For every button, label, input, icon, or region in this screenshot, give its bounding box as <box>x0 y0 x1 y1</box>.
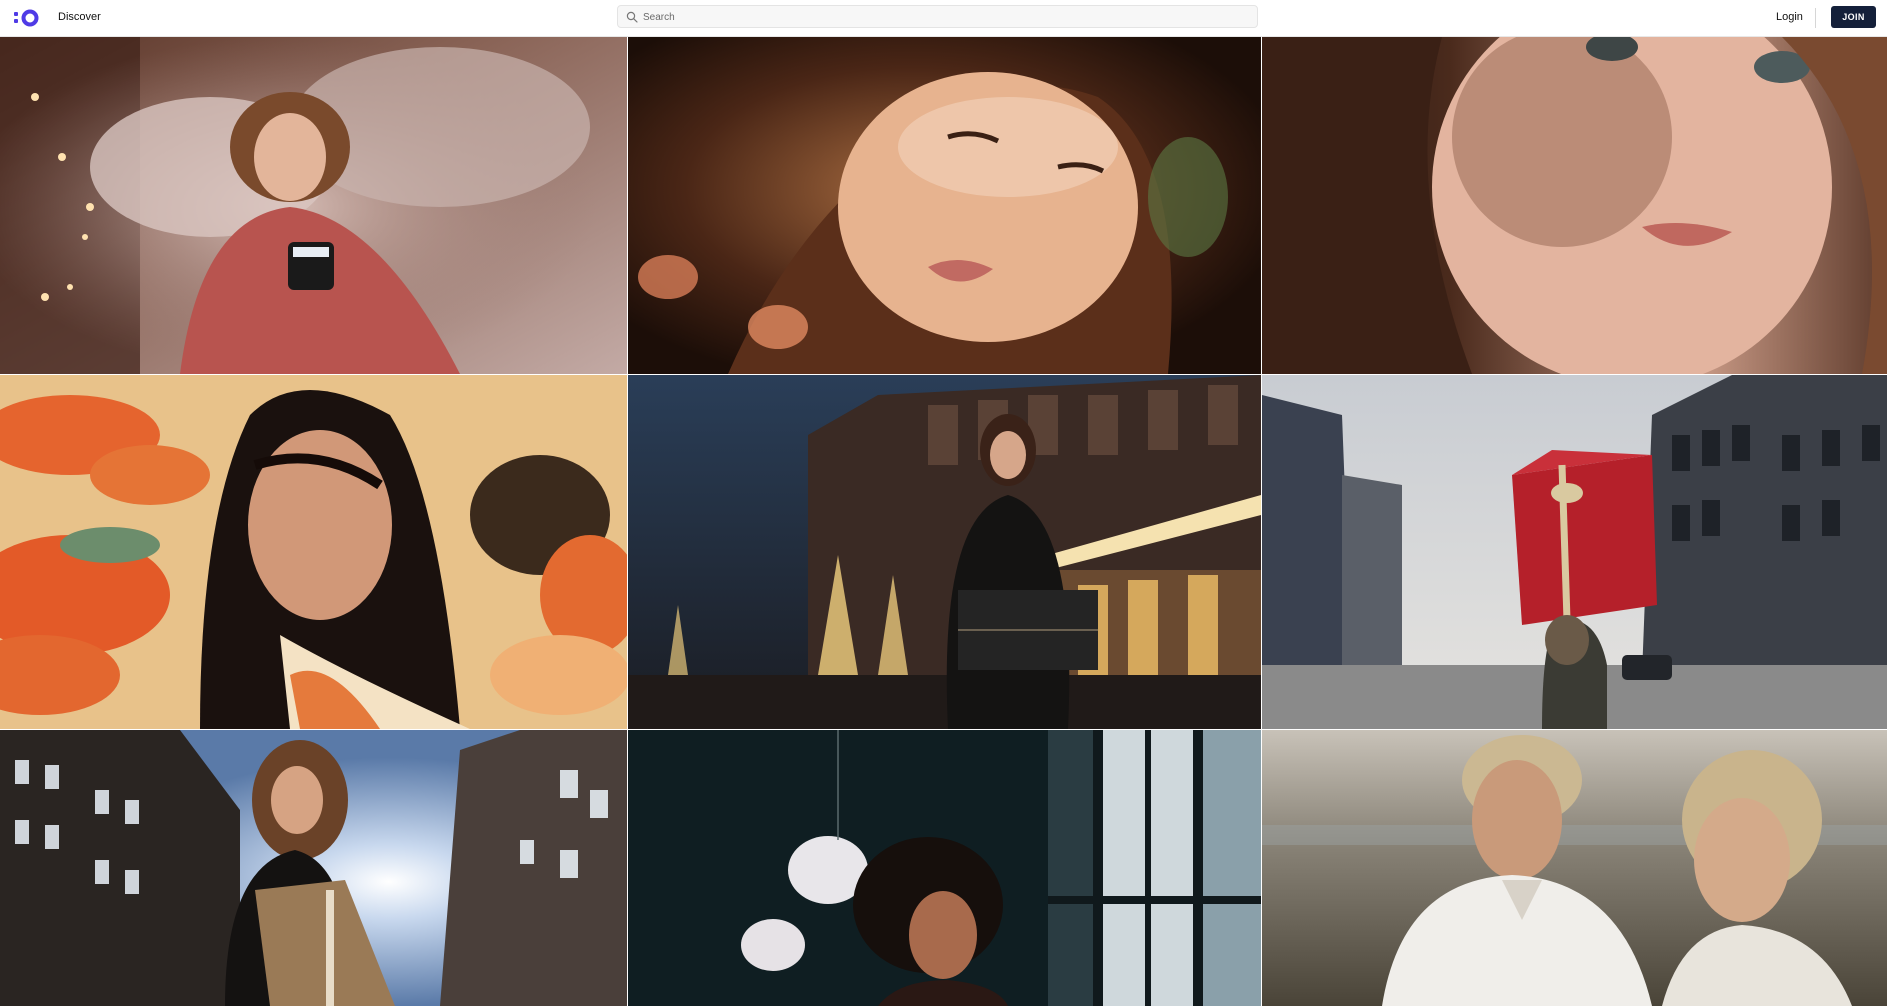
photo-woman-curly-hair-window[interactable] <box>628 730 1261 1006</box>
top-navigation-bar: Discover Login JOIN <box>0 0 1887 37</box>
photo-image <box>0 375 627 729</box>
nav-discover-link[interactable]: Discover <box>58 11 101 23</box>
login-link[interactable]: Login <box>1776 11 1803 23</box>
photo-couple-outdoors[interactable] <box>1262 730 1887 1006</box>
photo-image <box>628 375 1261 729</box>
photo-woman-face-closeup[interactable] <box>1262 37 1887 374</box>
search-bar[interactable] <box>617 5 1258 28</box>
photo-image <box>0 730 627 1006</box>
photo-woman-holding-gift-box-street-night[interactable] <box>628 375 1261 729</box>
photo-child-holding-red-gift-box[interactable] <box>1262 375 1887 729</box>
photo-image <box>0 37 627 374</box>
photo-woman-floral-background[interactable] <box>0 375 627 729</box>
photo-image <box>1262 375 1887 729</box>
search-input[interactable] <box>643 9 1243 25</box>
join-button[interactable]: JOIN <box>1831 6 1876 28</box>
photo-woman-holding-box-low-angle[interactable] <box>0 730 627 1006</box>
photo-woman-face-warm-light[interactable] <box>628 37 1261 374</box>
search-icon <box>626 11 638 23</box>
photo-woman-in-bed-with-phone[interactable] <box>0 37 627 374</box>
photo-image <box>1262 730 1887 1006</box>
photo-image <box>628 37 1261 374</box>
photo-image <box>628 730 1261 1006</box>
header-divider <box>1815 8 1816 28</box>
photo-image <box>1262 37 1887 374</box>
brand-logo-icon[interactable] <box>14 9 40 27</box>
